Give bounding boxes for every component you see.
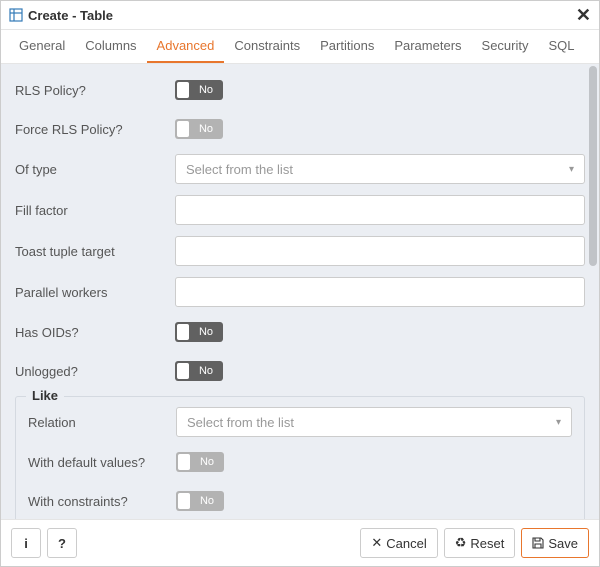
cancel-button[interactable]: ✕ Cancel (360, 528, 437, 558)
label-with-constraints: With constraints? (28, 494, 176, 509)
scrollbar-thumb[interactable] (589, 66, 597, 266)
toggle-with-constraints[interactable]: No (176, 491, 224, 511)
label-has-oids: Has OIDs? (15, 325, 175, 340)
tab-constraints[interactable]: Constraints (224, 30, 310, 63)
scrollbar[interactable] (589, 66, 597, 517)
recycle-icon: ♻ (455, 535, 467, 551)
toggle-with-default-values[interactable]: No (176, 452, 224, 472)
tab-parameters[interactable]: Parameters (384, 30, 471, 63)
row-has-oids: Has OIDs? No (15, 318, 585, 346)
select-of-type[interactable]: Select from the list ▾ (175, 154, 585, 184)
help-icon: ? (58, 536, 66, 551)
close-icon: ✕ (371, 535, 382, 551)
close-icon[interactable]: ✕ (576, 6, 591, 24)
row-parallel-workers: Parallel workers (15, 277, 585, 307)
caret-down-icon: ▾ (569, 164, 574, 175)
row-unlogged: Unlogged? No (15, 357, 585, 385)
tabs: General Columns Advanced Constraints Par… (1, 30, 599, 64)
row-of-type: Of type Select from the list ▾ (15, 154, 585, 184)
tab-general[interactable]: General (9, 30, 75, 63)
toggle-force-rls-policy: No (175, 119, 223, 139)
info-button[interactable]: i (11, 528, 41, 558)
label-force-rls-policy: Force RLS Policy? (15, 122, 175, 137)
input-toast-tuple-target[interactable] (175, 236, 585, 266)
select-relation[interactable]: Select from the list ▾ (176, 407, 572, 437)
row-with-default-values: With default values? No (28, 448, 572, 476)
label-unlogged: Unlogged? (15, 364, 175, 379)
label-parallel-workers: Parallel workers (15, 285, 175, 300)
label-with-default-values: With default values? (28, 455, 176, 470)
titlebar: Create - Table ✕ (1, 1, 599, 30)
tab-advanced[interactable]: Advanced (147, 30, 225, 63)
toggle-rls-policy[interactable]: No (175, 80, 223, 100)
row-force-rls-policy: Force RLS Policy? No (15, 115, 585, 143)
caret-down-icon: ▾ (556, 417, 561, 428)
row-fill-factor: Fill factor (15, 195, 585, 225)
label-of-type: Of type (15, 162, 175, 177)
label-toast-tuple-target: Toast tuple target (15, 244, 175, 259)
reset-button[interactable]: ♻ Reset (444, 528, 516, 558)
save-icon (532, 537, 544, 549)
select-relation-placeholder: Select from the list (187, 415, 294, 430)
row-relation: Relation Select from the list ▾ (28, 407, 572, 437)
fieldset-like: Like Relation Select from the list ▾ Wit… (15, 396, 585, 519)
label-fill-factor: Fill factor (15, 203, 175, 218)
row-rls-policy: RLS Policy? No (15, 76, 585, 104)
label-rls-policy: RLS Policy? (15, 83, 175, 98)
row-with-constraints: With constraints? No (28, 487, 572, 515)
row-toast-tuple-target: Toast tuple target (15, 236, 585, 266)
select-of-type-placeholder: Select from the list (186, 162, 293, 177)
dialog-body: RLS Policy? No Force RLS Policy? No Of t… (1, 64, 599, 519)
toggle-has-oids[interactable]: No (175, 322, 223, 342)
input-fill-factor[interactable] (175, 195, 585, 225)
legend-like: Like (26, 388, 64, 403)
tab-partitions[interactable]: Partitions (310, 30, 384, 63)
toggle-unlogged[interactable]: No (175, 361, 223, 381)
footer: i ? ✕ Cancel ♻ Reset Save (1, 519, 599, 566)
help-button[interactable]: ? (47, 528, 77, 558)
save-button[interactable]: Save (521, 528, 589, 558)
tab-columns[interactable]: Columns (75, 30, 146, 63)
tab-sql[interactable]: SQL (539, 30, 585, 63)
create-table-dialog: Create - Table ✕ General Columns Advance… (0, 0, 600, 567)
label-relation: Relation (28, 415, 176, 430)
table-icon (9, 8, 23, 22)
input-parallel-workers[interactable] (175, 277, 585, 307)
info-icon: i (24, 536, 28, 551)
dialog-title: Create - Table (28, 8, 113, 23)
tab-security[interactable]: Security (472, 30, 539, 63)
